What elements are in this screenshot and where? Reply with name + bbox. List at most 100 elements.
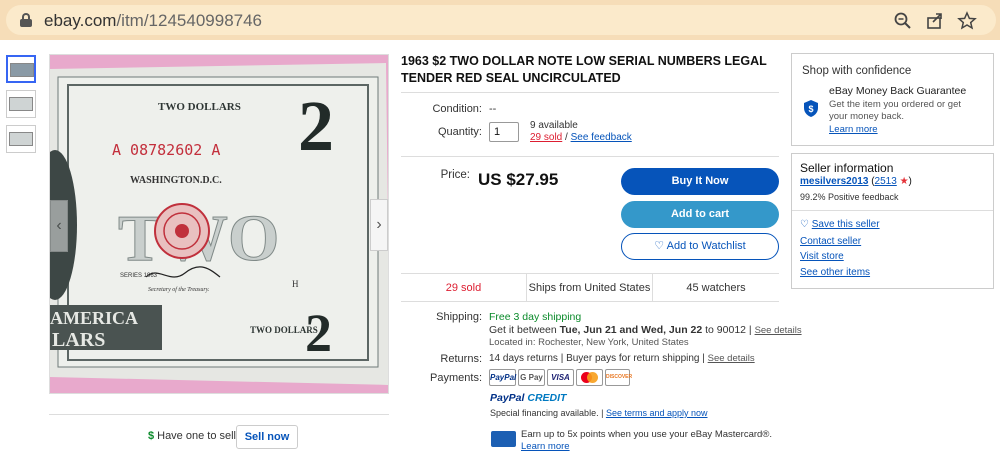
thumbnail-2[interactable]: [6, 90, 36, 118]
paypal-credit-word: CREDIT: [527, 392, 567, 404]
contact-seller-wrap: Contact seller: [800, 236, 861, 247]
returns-details-link[interactable]: See details: [708, 353, 755, 364]
quantity-input[interactable]: 1: [489, 122, 519, 142]
note-numeral-top: 2: [298, 86, 334, 166]
guarantee-title: eBay Money Back Guarantee: [829, 85, 967, 97]
save-seller-link[interactable]: Save this seller: [812, 219, 880, 230]
visit-store-wrap: Visit store: [800, 251, 844, 262]
url-path: /itm/124540998746: [116, 11, 263, 30]
payments-label: Payments:: [430, 372, 482, 384]
free-shipping: Free 3 day shipping: [489, 311, 582, 323]
browser-address-bar: ebay.com/itm/124540998746: [0, 0, 1000, 40]
image-next-arrow[interactable]: ›: [370, 199, 388, 251]
between-prefix: Get it between: [489, 324, 557, 336]
guarantee-learn-more-link[interactable]: Learn more: [829, 124, 878, 135]
seller-rating-link[interactable]: 2513: [875, 176, 897, 187]
financing-text: Special financing available. |: [490, 408, 604, 418]
divider: [401, 92, 779, 93]
dollar-icon: $: [148, 430, 155, 442]
sold-link[interactable]: 29 sold: [530, 132, 562, 143]
divider: [401, 156, 779, 157]
confidence-title: Shop with confidence: [802, 65, 912, 77]
mastercard-learn-more-wrap: Learn more: [521, 441, 570, 452]
google-pay-logo: G Pay: [518, 369, 545, 386]
mastercard-learn-more-link[interactable]: Learn more: [521, 441, 570, 452]
seller-information-box: Seller information mesilvers2013 (2513 ★…: [791, 153, 994, 289]
mastercard-points-text: Earn up to 5x points when you use your e…: [521, 429, 772, 440]
note-secretary-text: Secretary of the Treasury.: [148, 286, 210, 293]
other-items-wrap: See other items: [800, 267, 870, 278]
product-title: 1963 $2 TWO DOLLAR NOTE LOW SERIAL NUMBE…: [401, 54, 767, 85]
discover-logo: DISCOVER: [605, 369, 632, 386]
date-range: Tue, Jun 21 and Wed, Jun 22: [559, 324, 703, 336]
sold-count: 29 sold: [401, 274, 527, 302]
rating-star-icon: ★: [899, 176, 909, 187]
save-seller-row[interactable]: ♡ Save this seller: [800, 219, 880, 230]
shipping-details-link[interactable]: See details: [755, 325, 802, 336]
financing-info: Special financing available. | See terms…: [490, 408, 708, 418]
available-count: 9 available: [530, 120, 578, 131]
add-to-cart-button[interactable]: Add to cart: [621, 201, 779, 228]
share-icon[interactable]: [925, 11, 945, 31]
paypal-logo: PayPal: [489, 369, 516, 386]
condition-value: --: [489, 103, 497, 115]
zip-code: to 90012: [705, 324, 746, 336]
paypal-credit-brand: PayPal: [490, 392, 525, 404]
guarantee-text: Get the item you ordered or get your mon…: [829, 99, 962, 122]
note-place-text: WASHINGTON.D.C.: [130, 175, 222, 186]
note-serial-number: A 08782602 A: [112, 141, 220, 159]
url-text[interactable]: ebay.com/itm/124540998746: [44, 11, 262, 31]
stats-row: 29 sold Ships from United States 45 watc…: [401, 273, 779, 302]
url-domain: ebay.com: [44, 11, 117, 30]
watchers-count: 45 watchers: [686, 282, 746, 294]
heart-icon: ♡: [800, 219, 809, 230]
url-field[interactable]: ebay.com/itm/124540998746: [6, 5, 996, 35]
seller-info-title: Seller information: [800, 161, 894, 175]
visit-store-link[interactable]: Visit store: [800, 251, 844, 262]
mastercard-logo: [576, 369, 603, 386]
ships-from: Ships from United States: [527, 274, 653, 302]
add-to-watchlist-button[interactable]: ♡ Add to Watchlist: [621, 233, 779, 260]
shop-with-confidence-box: Shop with confidence $ eBay Money Back G…: [791, 53, 994, 146]
price-value: US $27.95: [478, 170, 559, 189]
seller-name-link[interactable]: mesilvers2013: [800, 176, 868, 187]
rating-close: ): [908, 176, 912, 187]
heart-icon: ♡: [654, 240, 665, 252]
product-image[interactable]: TWO DOLLARS A 08782602 A 2 WASHINGTON.D.…: [49, 54, 389, 394]
returns-label: Returns:: [440, 353, 482, 365]
shipping-label: Shipping:: [436, 311, 482, 323]
thumbnail-1[interactable]: [6, 55, 36, 83]
image-prev-arrow[interactable]: ‹: [50, 200, 68, 252]
returns-text: 14 days returns | Buyer pays for return …: [489, 353, 705, 364]
sell-now-button[interactable]: Sell now: [236, 425, 298, 449]
zoom-icon[interactable]: [893, 11, 913, 31]
note-header-text: TWO DOLLARS: [158, 101, 241, 113]
contact-seller-link[interactable]: Contact seller: [800, 236, 861, 247]
shield-icon: $: [804, 100, 818, 117]
note-lars-text: LARS: [52, 329, 105, 351]
seller-name-row: mesilvers2013 (2513 ★): [800, 176, 912, 187]
see-other-items-link[interactable]: See other items: [800, 267, 870, 278]
delivery-estimate: Get it between Tue, Jun 21 and Wed, Jun …: [489, 324, 802, 336]
returns-info: 14 days returns | Buyer pays for return …: [489, 353, 755, 364]
buy-it-now-button[interactable]: Buy It Now: [621, 168, 779, 195]
divider: [49, 414, 389, 415]
note-plate-letter: H: [292, 279, 299, 289]
separator: /: [565, 132, 568, 143]
item-location: Located in: Rochester, New York, United …: [489, 337, 689, 348]
bookmark-star-icon[interactable]: [957, 11, 977, 31]
quantity-label: Quantity:: [437, 126, 482, 138]
lock-icon[interactable]: [20, 13, 32, 27]
two-dollar-note-image: TWO DOLLARS A 08782602 A 2 WASHINGTON.D.…: [50, 55, 388, 393]
divider: [792, 210, 993, 211]
svg-text:$: $: [808, 104, 813, 114]
thumbnail-3[interactable]: [6, 125, 36, 153]
paypal-credit-logo: PayPal CREDIT: [490, 392, 566, 404]
ebay-mastercard-icon: [491, 431, 516, 447]
guarantee-learn-more-wrap: Learn more: [829, 124, 878, 135]
see-feedback-link[interactable]: See feedback: [571, 132, 632, 143]
visa-logo: VISA: [547, 369, 574, 386]
note-america-text: AMERICA: [50, 308, 138, 328]
sell-prompt-text: Have one to sell?: [157, 430, 243, 442]
financing-terms-link[interactable]: See terms and apply now: [606, 408, 708, 418]
